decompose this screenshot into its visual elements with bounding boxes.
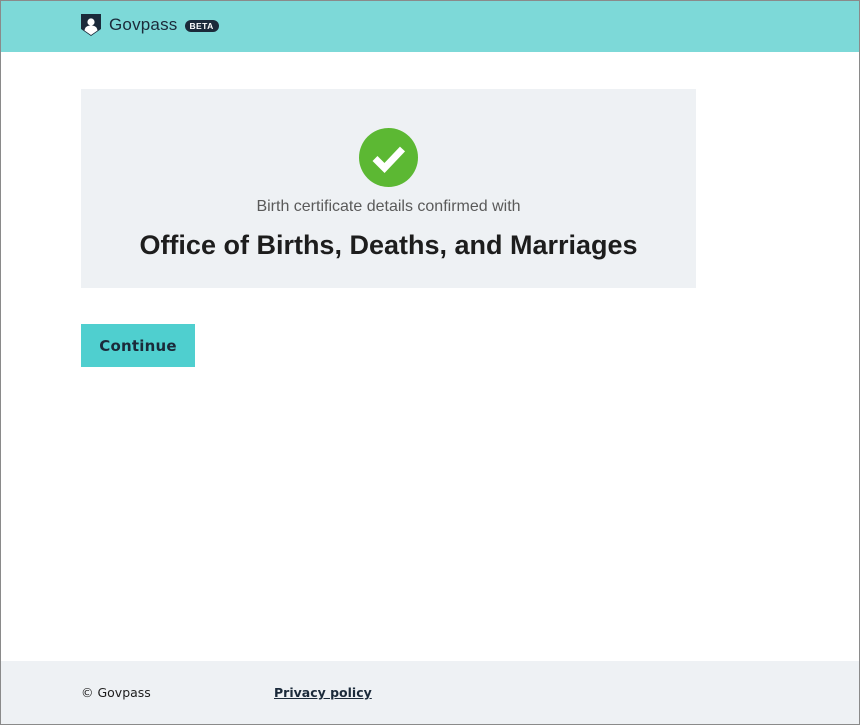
confirmation-title: Office of Births, Deaths, and Marriages <box>139 230 638 260</box>
privacy-policy-link[interactable]: Privacy policy <box>274 685 372 701</box>
brand-name: Govpass <box>109 15 178 34</box>
check-circle-icon <box>359 128 418 187</box>
beta-badge: BETA <box>184 20 219 32</box>
copyright-text: © Govpass <box>81 685 151 700</box>
confirmation-panel: Birth certificate details confirmed with… <box>81 89 696 288</box>
brand[interactable]: Govpass BETA <box>80 13 219 37</box>
site-footer: © Govpass Privacy policy <box>1 661 859 724</box>
confirmation-subtitle: Birth certificate details confirmed with <box>256 198 521 215</box>
continue-button[interactable]: Continue <box>81 324 195 367</box>
shield-person-icon <box>80 13 102 37</box>
site-header: Govpass BETA <box>1 1 859 52</box>
